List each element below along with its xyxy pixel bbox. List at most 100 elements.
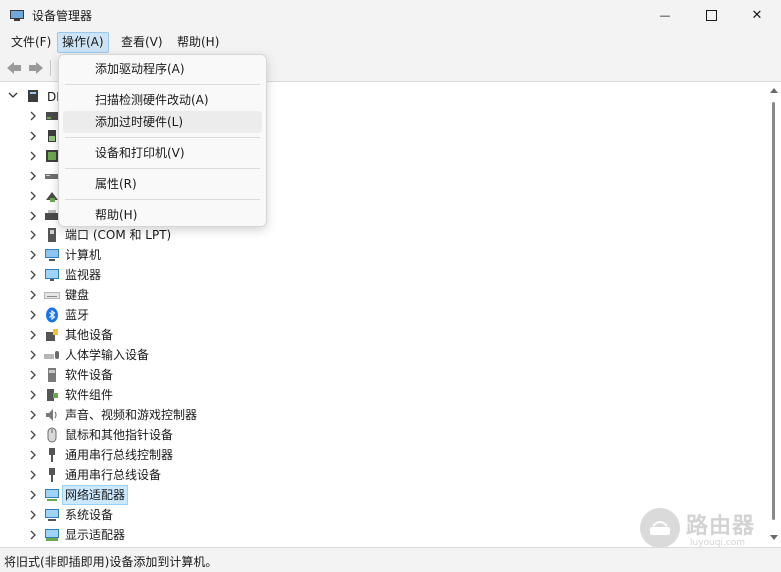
software-device-icon	[48, 368, 56, 382]
node-label: 键盘	[65, 288, 90, 302]
tree-node-keyboards[interactable]: 键盘	[0, 285, 766, 305]
tree-node-network-adapters[interactable]: 网络适配器	[0, 485, 766, 505]
menu-separator	[65, 137, 260, 138]
menu-action[interactable]: 操作(A)	[57, 32, 109, 53]
menu-separator	[65, 168, 260, 169]
chevron-right-icon	[30, 370, 36, 380]
row-chevron[interactable]	[28, 191, 38, 201]
tree-node-bluetooth[interactable]: 蓝牙	[0, 305, 766, 325]
tree-node-usb-controllers[interactable]: 通用串行总线控制器	[0, 445, 766, 465]
menu-separator	[65, 199, 260, 200]
tree-node-ports[interactable]: 端口 (COM 和 LPT)	[0, 225, 766, 245]
node-label: 软件设备	[65, 368, 114, 382]
row-chevron[interactable]	[28, 151, 38, 161]
chevron-right-icon	[30, 230, 36, 240]
node-chevron[interactable]	[28, 350, 38, 360]
vertical-scrollbar[interactable]	[766, 83, 781, 547]
speaker-icon	[46, 409, 57, 421]
row-chevron[interactable]	[28, 131, 38, 141]
node-label: 通用串行总线控制器	[65, 448, 174, 462]
maximize-button[interactable]	[688, 0, 734, 30]
display-adapter-icon	[45, 529, 59, 541]
unknown-device-icon	[46, 329, 58, 341]
chevron-right-icon	[30, 211, 36, 221]
node-label: 其他设备	[65, 328, 114, 342]
node-chevron[interactable]	[28, 530, 38, 540]
action-dropdown-menu: 添加驱动程序(A) 扫描检测硬件改动(A) 添加过时硬件(L) 设备和打印机(V…	[58, 54, 267, 227]
chevron-right-icon	[30, 490, 36, 500]
node-chevron[interactable]	[28, 330, 38, 340]
watermark: 路由器 luyouqi.com	[640, 506, 770, 552]
node-label: 蓝牙	[65, 308, 90, 322]
node-chevron[interactable]	[28, 470, 38, 480]
title-bar: 设备管理器 — ✕	[0, 0, 781, 30]
software-component-icon	[47, 389, 58, 401]
node-chevron[interactable]	[28, 450, 38, 460]
tree-node-software-devices[interactable]: 软件设备	[0, 365, 766, 385]
minimize-button[interactable]: —	[642, 0, 688, 30]
menu-view[interactable]: 查看(V)	[116, 32, 168, 53]
menu-add-legacy-hardware[interactable]: 添加过时硬件(L)	[63, 111, 262, 133]
tree-node-mice[interactable]: 鼠标和其他指针设备	[0, 425, 766, 445]
tree-node-sound[interactable]: 声音、视频和游戏控制器	[0, 405, 766, 425]
forward-button[interactable]	[26, 59, 46, 77]
tree-node-software-components[interactable]: 软件组件	[0, 385, 766, 405]
tree-node-usb-devices[interactable]: 通用串行总线设备	[0, 465, 766, 485]
chevron-right-icon	[30, 111, 36, 121]
node-chevron[interactable]	[28, 310, 38, 320]
menu-properties[interactable]: 属性(R)	[63, 173, 262, 195]
node-label: 鼠标和其他指针设备	[65, 428, 174, 442]
node-chevron[interactable]	[28, 410, 38, 420]
chevron-right-icon	[30, 330, 36, 340]
node-chevron[interactable]	[28, 390, 38, 400]
node-chevron[interactable]	[28, 290, 38, 300]
row-chevron[interactable]	[28, 171, 38, 181]
node-chevron[interactable]	[28, 250, 38, 260]
scroll-thumb[interactable]	[772, 102, 775, 520]
chevron-right-icon	[30, 350, 36, 360]
tree-node-other-devices[interactable]: 其他设备	[0, 325, 766, 345]
node-chevron[interactable]	[28, 230, 38, 240]
maximize-icon	[705, 9, 717, 21]
tree-node-monitors[interactable]: 监视器	[0, 265, 766, 285]
node-label: 网络适配器	[62, 485, 129, 505]
chevron-right-icon	[30, 410, 36, 420]
chevron-right-icon	[30, 530, 36, 540]
menu-help-item[interactable]: 帮助(H)	[63, 204, 262, 226]
node-chevron[interactable]	[28, 430, 38, 440]
tree-node-hid[interactable]: 人体学输入设备	[0, 345, 766, 365]
row-chevron[interactable]	[28, 111, 38, 121]
menu-devices-printers[interactable]: 设备和打印机(V)	[63, 142, 262, 164]
node-chevron[interactable]	[28, 510, 38, 520]
back-button[interactable]	[4, 59, 24, 77]
root-expand-chevron[interactable]	[8, 90, 18, 100]
scroll-up-icon[interactable]	[770, 88, 778, 93]
minimize-icon: —	[659, 8, 671, 22]
node-chevron[interactable]	[28, 370, 38, 380]
menu-scan-hardware[interactable]: 扫描检测硬件改动(A)	[63, 89, 262, 111]
node-label: 通用串行总线设备	[65, 468, 162, 482]
chevron-right-icon	[30, 390, 36, 400]
scroll-down-icon[interactable]	[770, 535, 778, 540]
node-chevron[interactable]	[28, 490, 38, 500]
computer-root-icon	[28, 90, 38, 102]
node-label: 软件组件	[65, 388, 114, 402]
close-button[interactable]: ✕	[734, 0, 780, 30]
menu-help[interactable]: 帮助(H)	[172, 32, 224, 53]
computer-icon	[45, 249, 59, 261]
row-chevron[interactable]	[28, 211, 38, 221]
node-label: 人体学输入设备	[65, 348, 150, 362]
menu-add-driver[interactable]: 添加驱动程序(A)	[63, 58, 262, 80]
close-icon: ✕	[751, 7, 763, 23]
tree-node-computer[interactable]: 计算机	[0, 245, 766, 265]
watermark-title: 路由器	[686, 514, 756, 539]
network-adapter-icon	[45, 489, 59, 501]
node-chevron[interactable]	[28, 270, 38, 280]
chevron-right-icon	[30, 290, 36, 300]
chevron-right-icon	[30, 310, 36, 320]
back-arrow-icon	[7, 62, 21, 74]
chevron-right-icon	[30, 171, 36, 181]
node-label: 系统设备	[65, 508, 114, 522]
status-text: 将旧式(非即插即用)设备添加到计算机。	[4, 555, 218, 569]
menu-file[interactable]: 文件(F)	[6, 32, 56, 53]
